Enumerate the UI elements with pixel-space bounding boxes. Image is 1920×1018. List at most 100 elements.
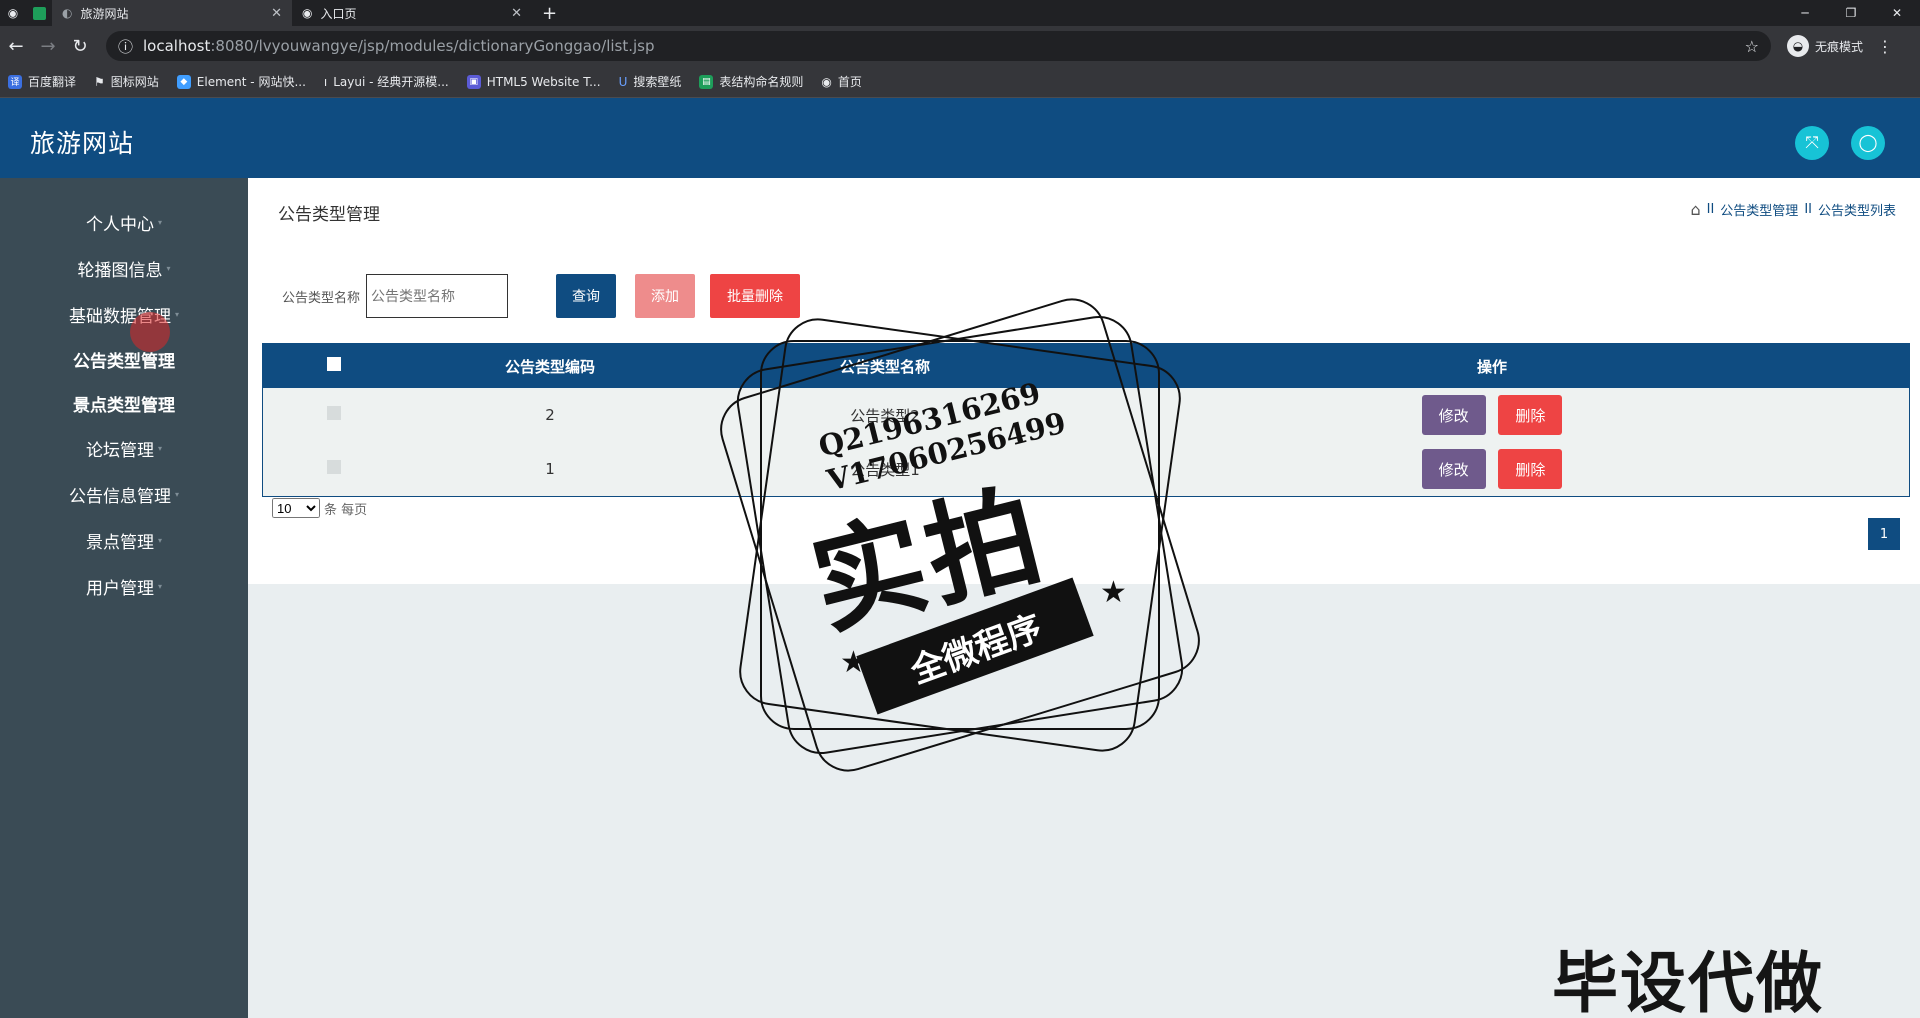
- globe-icon: ◉: [821, 74, 832, 89]
- menu-kebab-icon[interactable]: ⋮: [1877, 37, 1893, 56]
- incognito-indicator[interactable]: ◒ 无痕模式: [1787, 35, 1863, 57]
- table-row: 1 公告类型1 修改 删除: [263, 442, 1909, 496]
- page-number-button[interactable]: 1: [1868, 518, 1900, 550]
- bookmark-item[interactable]: ▣ HTML5 Website T...: [466, 74, 601, 89]
- tab-close-icon[interactable]: ✕: [511, 6, 522, 21]
- breadcrumb-separator: II: [1804, 202, 1812, 217]
- sidebar-item-scenic[interactable]: 景点管理 ▾: [0, 517, 248, 563]
- url-host: localhost: [143, 37, 211, 55]
- sidebar-item-label: 公告信息管理: [68, 486, 171, 507]
- sidebar-item-carousel[interactable]: 轮播图信息 ▾: [0, 245, 248, 291]
- bookmark-label: HTML5 Website T...: [486, 74, 601, 89]
- click-indicator: [130, 312, 170, 352]
- sidebar-item-scenic-type[interactable]: 景点类型管理: [0, 381, 248, 425]
- select-all-checkbox[interactable]: [327, 357, 341, 371]
- batch-delete-button[interactable]: 批量删除: [710, 274, 800, 318]
- cell-name: 公告类型2: [695, 388, 1075, 442]
- bookmarks-bar: 译百度翻译 ⚑ 图标网站 ◆ Element - 网站快... ı Layui - 经…: [0, 66, 1920, 98]
- minimize-icon[interactable]: ─: [1782, 0, 1828, 26]
- bookmark-item[interactable]: ▤ 表结构命名规则: [699, 73, 803, 90]
- back-icon[interactable]: ←: [0, 36, 32, 57]
- bookmark-item[interactable]: ◉ 首页: [821, 73, 862, 90]
- caret-down-icon: ▾: [174, 309, 179, 319]
- caret-down-icon: ▾: [157, 217, 162, 227]
- sidebar-item-label: 景点类型管理: [73, 395, 175, 416]
- tab-title: 旅游网站: [80, 6, 129, 21]
- edit-button[interactable]: 修改: [1421, 449, 1486, 489]
- bookmark-item[interactable]: ı Layui - 经典开源模...: [324, 73, 449, 90]
- restore-icon[interactable]: ❐: [1828, 0, 1874, 26]
- data-table: 公告类型编码 公告类型名称 操作 2 公告类型2 修改 删除 1 公告类型1 修…: [262, 343, 1910, 497]
- page-size-control: 10 条 每页: [272, 498, 367, 518]
- caret-down-icon: ▾: [157, 535, 162, 545]
- tab-inactive[interactable]: ◉ 入口页 ✕: [292, 0, 532, 26]
- delete-button[interactable]: 删除: [1498, 395, 1563, 435]
- translate-icon: 译: [8, 74, 22, 89]
- tab-favicon-icon: ◐: [62, 6, 73, 20]
- window-close-icon[interactable]: ✕: [1874, 0, 1920, 26]
- sidebar-item-forum[interactable]: 论坛管理 ▾: [0, 425, 248, 471]
- breadcrumb-item[interactable]: 公告类型管理: [1720, 200, 1798, 219]
- sidebar: 个人中心 ▾ 轮播图信息 ▾ 基础数据管理 ▾ 公告类型管理 景点类型管理 论坛管理 ▾…: [0, 178, 248, 1018]
- search-form: 公告类型名称: [282, 274, 509, 318]
- sidebar-item-label: 景点管理: [85, 532, 154, 553]
- page-size-suffix: 条 每页: [324, 502, 368, 518]
- sidebar-item-notice-type[interactable]: 公告类型管理: [0, 337, 248, 381]
- bookmark-item[interactable]: ◆ Element - 网站快...: [176, 73, 306, 90]
- delete-button[interactable]: 删除: [1498, 449, 1563, 489]
- bookmark-label: 图标网站: [110, 75, 159, 89]
- caret-down-icon: ▾: [157, 581, 162, 591]
- sidebar-item-label: 轮播图信息: [77, 260, 163, 281]
- home-icon[interactable]: ⌂: [1690, 200, 1700, 219]
- reload-icon[interactable]: ↻: [64, 36, 96, 57]
- browser-tab-bar: ◉ ◐ 旅游网站 ✕ ◉ 入口页 ✕ + ─ ❐ ✕: [0, 0, 1920, 26]
- sidebar-item-label: 论坛管理: [85, 440, 154, 461]
- sidebar-item-label: 用户管理: [85, 578, 154, 599]
- forward-icon[interactable]: →: [32, 36, 64, 57]
- caret-down-icon: ▾: [166, 263, 171, 273]
- bookmark-star-icon[interactable]: ☆: [1745, 37, 1759, 56]
- row-checkbox[interactable]: [327, 406, 341, 420]
- row-checkbox[interactable]: [327, 460, 341, 474]
- breadcrumb: ⌂ II 公告类型管理 II 公告类型列表: [1690, 200, 1896, 219]
- column-header: 公告类型名称: [695, 344, 1075, 388]
- bookmark-item[interactable]: 译百度翻译: [8, 73, 76, 90]
- table-row: 2 公告类型2 修改 删除: [263, 388, 1909, 442]
- globe-icon: ◉: [7, 6, 19, 20]
- incognito-icon: ◒: [1787, 35, 1809, 57]
- cell-actions: 修改 删除: [1075, 442, 1909, 496]
- new-tab-icon[interactable]: +: [532, 3, 567, 24]
- sidebar-item-users[interactable]: 用户管理 ▾: [0, 563, 248, 609]
- globe-icon: ◉: [302, 6, 313, 20]
- sidebar-item-notice-info[interactable]: 公告信息管理 ▾: [0, 471, 248, 517]
- layui-icon: ı: [323, 74, 328, 89]
- tab-active[interactable]: ◐ 旅游网站 ✕: [52, 0, 292, 26]
- add-button[interactable]: 添加: [635, 274, 695, 318]
- info-icon[interactable]: ⓘ: [118, 36, 133, 57]
- pinned-tab-sheet[interactable]: [26, 0, 52, 26]
- sidebar-item-base-data[interactable]: 基础数据管理 ▾: [0, 291, 248, 337]
- main-panel: 公告类型管理 ⌂ II 公告类型管理 II 公告类型列表 公告类型名称 查询 添…: [248, 178, 1920, 584]
- pinned-tab[interactable]: ◉: [0, 0, 26, 26]
- bookmark-item[interactable]: U 搜索壁纸: [619, 73, 682, 90]
- page-size-select[interactable]: 10: [272, 498, 320, 518]
- edit-button[interactable]: 修改: [1421, 395, 1486, 435]
- user-icon[interactable]: ◯: [1851, 126, 1885, 160]
- sidebar-item-label: 个人中心: [85, 214, 154, 235]
- sheet-icon: ▤: [699, 74, 714, 89]
- bookmark-label: 表结构命名规则: [719, 75, 804, 89]
- bookmark-item[interactable]: ⚑ 图标网站: [94, 73, 159, 90]
- tab-close-icon[interactable]: ✕: [271, 6, 282, 21]
- query-button[interactable]: 查询: [556, 274, 616, 318]
- flag-icon: ⚑: [94, 74, 105, 89]
- sidebar-item-personal-center[interactable]: 个人中心 ▾: [0, 199, 248, 245]
- fullscreen-icon[interactable]: ⤧: [1795, 126, 1829, 160]
- wallpaper-icon: U: [618, 74, 628, 89]
- column-header: 操作: [1075, 344, 1909, 388]
- bookmark-label: 首页: [837, 75, 862, 89]
- column-header: 公告类型编码: [405, 344, 695, 388]
- search-input[interactable]: [366, 274, 509, 318]
- breadcrumb-item: 公告类型列表: [1817, 204, 1896, 219]
- url-bar[interactable]: ⓘ localhost:8080/lvyouwangye/jsp/modules…: [106, 31, 1771, 61]
- address-toolbar: ← → ↻ ⓘ localhost:8080/lvyouwangye/jsp/m…: [0, 26, 1920, 66]
